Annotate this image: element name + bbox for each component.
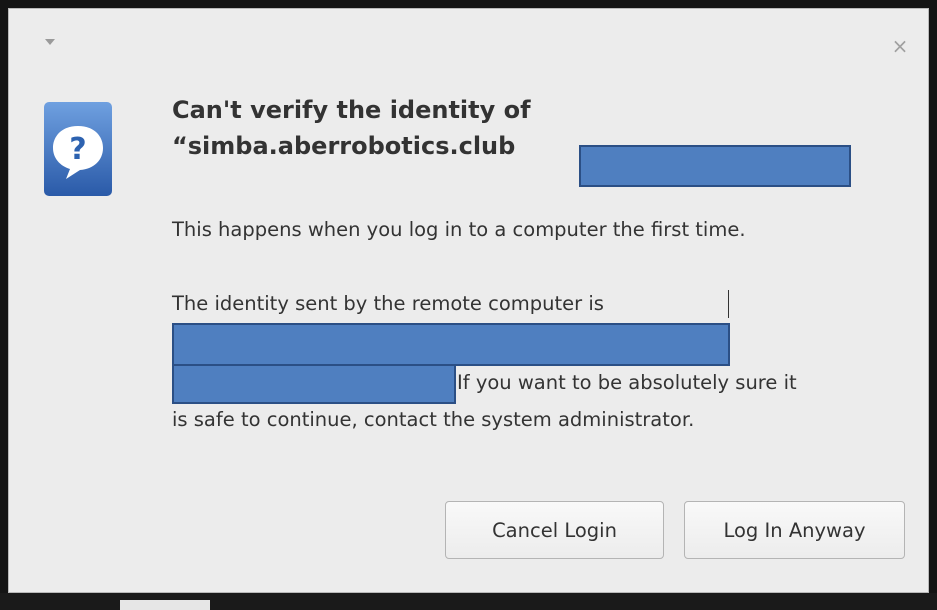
close-button[interactable]: × [888,34,912,58]
message-identity-intro: The identity sent by the remote computer… [172,292,604,315]
close-icon[interactable]: × [892,36,909,56]
redacted-fingerprint-line-1 [172,323,730,366]
redacted-fingerprint-line-2 [172,364,456,404]
message-contact-admin: is safe to continue, contact the system … [172,408,695,431]
question-icon: ? [44,102,112,196]
log-in-anyway-button[interactable]: Log In Anyway [684,501,905,559]
cancel-login-button[interactable]: Cancel Login [445,501,664,559]
message-absolutely-sure: If you want to be absolutely sure it [457,371,797,394]
text-cursor [728,290,729,318]
dialog-heading: Can't verify the identity of “simba.aber… [172,92,531,164]
chevron-down-icon[interactable] [45,39,55,45]
message-first-time: This happens when you log in to a comput… [172,218,746,241]
svg-text:?: ? [69,132,86,167]
heading-line-2: “simba.aberrobotics.club [172,132,516,160]
heading-line-1: Can't verify the identity of [172,96,531,124]
desktop-tab [120,600,210,610]
redacted-hostname [579,145,851,187]
